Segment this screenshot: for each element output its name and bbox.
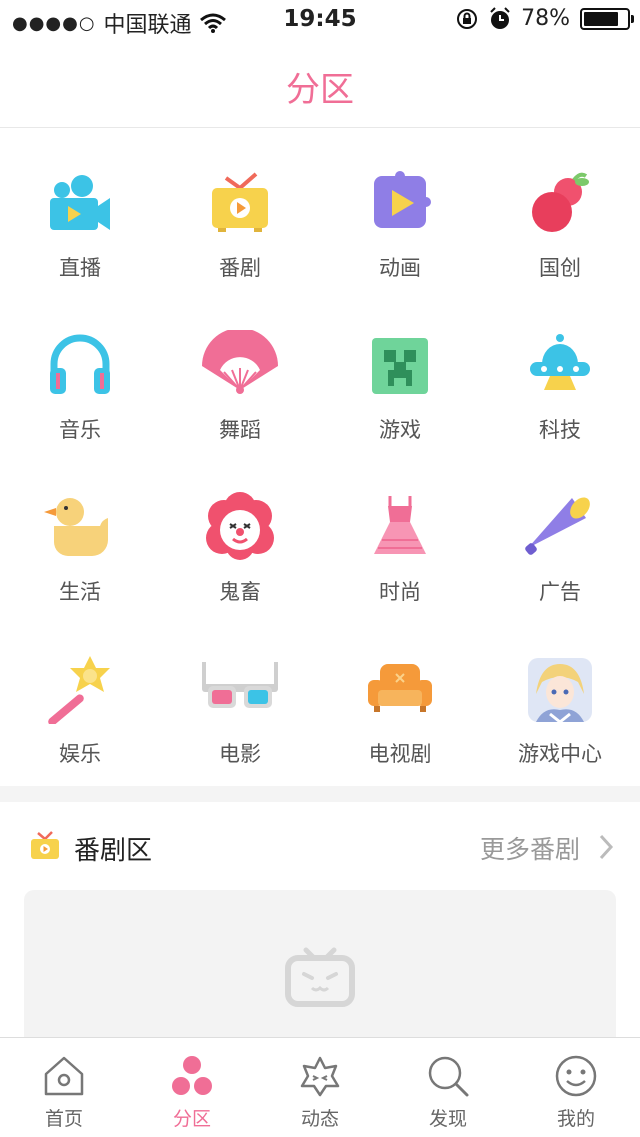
tab-home[interactable]: 首页: [0, 1038, 128, 1137]
category-label: 舞蹈: [219, 418, 261, 442]
rotation-lock-icon: [457, 8, 478, 29]
category-label: 国创: [539, 256, 581, 280]
partition-icon: [172, 1056, 212, 1095]
tab-label: 发现: [428, 1108, 467, 1130]
category-grid: 直播 番剧 动画 国创 音乐 舞蹈 游戏 科技 生活 鬼畜 时尚 广告 娱乐 电…: [0, 128, 640, 786]
category-label: 番剧: [219, 256, 261, 280]
smile-icon: [555, 1055, 597, 1097]
alarm-icon: [490, 6, 510, 29]
battery-percent: 78%: [521, 6, 570, 31]
tab-mine[interactable]: 我的: [512, 1038, 640, 1137]
duck-icon: [44, 498, 108, 556]
more-bangumi-link[interactable]: 更多番剧: [480, 830, 580, 866]
category-label: 科技: [539, 418, 581, 442]
section-header: 番剧区 更多番剧: [0, 802, 640, 890]
status-bar: ●●●●○ 中国联通 19:45 78%: [0, 0, 640, 40]
magic-wand-icon: [48, 656, 110, 724]
anime-avatar-icon: [528, 658, 592, 724]
category-entertainment[interactable]: 娱乐: [0, 614, 160, 766]
category-label: 游戏: [379, 418, 421, 442]
ufo-icon: [530, 334, 590, 390]
bangumi-card-placeholder[interactable]: [24, 890, 616, 1050]
megaphone-icon: [525, 497, 590, 555]
3d-glasses-icon: [202, 662, 278, 708]
tab-label: 首页: [44, 1108, 83, 1130]
category-life[interactable]: 生活: [0, 452, 160, 604]
status-right: 78%: [455, 6, 634, 31]
category-label: 电影: [219, 742, 261, 766]
category-live[interactable]: 直播: [0, 128, 160, 280]
fan-icon: [202, 330, 278, 394]
tab-label: 动态: [300, 1108, 339, 1130]
category-guichu[interactable]: 鬼畜: [160, 452, 320, 604]
category-tv-series[interactable]: 电视剧: [320, 614, 480, 766]
category-tech[interactable]: 科技: [480, 290, 640, 442]
category-label: 娱乐: [59, 742, 101, 766]
tab-partition[interactable]: 分区: [128, 1038, 256, 1137]
home-icon: [44, 1056, 84, 1096]
tab-dynamic[interactable]: 动态: [256, 1038, 384, 1137]
tab-label: 分区: [172, 1108, 211, 1130]
category-label: 游戏中心: [518, 742, 602, 766]
category-movie[interactable]: 电影: [160, 614, 320, 766]
category-guochuang[interactable]: 国创: [480, 128, 640, 280]
tv-placeholder-icon: [285, 947, 355, 1007]
category-label: 生活: [59, 580, 101, 604]
category-label: 直播: [59, 256, 101, 280]
tab-discover[interactable]: 发现: [384, 1038, 512, 1137]
chevron-right-icon[interactable]: [598, 833, 614, 861]
tv-icon: [31, 831, 59, 859]
category-label: 时尚: [379, 580, 421, 604]
category-dance[interactable]: 舞蹈: [160, 290, 320, 442]
nav-header: 分区: [0, 40, 640, 128]
page-title: 分区: [286, 70, 354, 110]
dynamic-icon: [300, 1056, 340, 1097]
category-label: 电视剧: [368, 742, 432, 766]
category-label: 音乐: [59, 418, 101, 442]
camera-icon: [50, 175, 110, 230]
search-icon: [428, 1056, 469, 1097]
sofa-icon: [368, 664, 432, 712]
headphones-icon: [50, 334, 110, 394]
category-label: 鬼畜: [219, 580, 261, 604]
gourd-icon: [532, 172, 589, 232]
category-animation[interactable]: 动画: [320, 128, 480, 280]
category-fashion[interactable]: 时尚: [320, 452, 480, 604]
category-label: 广告: [539, 580, 581, 604]
category-bangumi[interactable]: 番剧: [160, 128, 320, 280]
creeper-icon: [372, 338, 428, 394]
clown-icon: [206, 492, 274, 560]
category-ad[interactable]: 广告: [480, 452, 640, 604]
category-music[interactable]: 音乐: [0, 290, 160, 442]
battery-icon: [580, 7, 634, 30]
category-label: 动画: [379, 256, 421, 280]
bottom-tab-bar: 首页 分区 动态 发现 我的: [0, 1037, 640, 1137]
category-game[interactable]: 游戏: [320, 290, 480, 442]
category-game-center[interactable]: 游戏中心: [480, 614, 640, 766]
tab-label: 我的: [556, 1108, 595, 1130]
tv-icon: [212, 172, 268, 232]
puzzle-play-icon: [374, 171, 431, 228]
dress-icon: [374, 496, 426, 554]
section-title: 番剧区: [74, 836, 153, 866]
bangumi-section: 番剧区 更多番剧: [0, 802, 640, 1050]
